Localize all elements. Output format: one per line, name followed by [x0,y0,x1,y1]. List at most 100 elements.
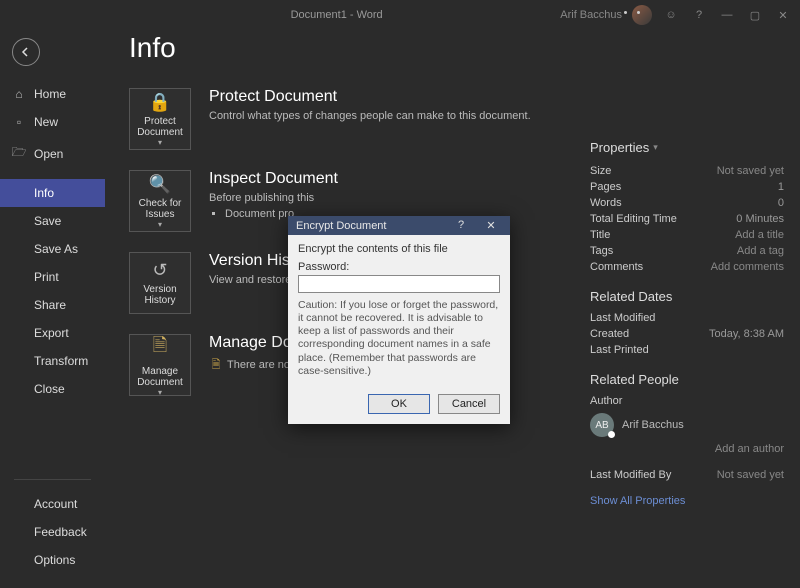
back-button[interactable] [12,38,40,66]
chevron-down-icon: ▾ [653,142,658,153]
prop-lastby-value: Not saved yet [717,469,784,481]
sidebar-item-label: Options [34,553,75,567]
tile-label: Manage Document [133,366,187,388]
prop-created-value: Today, 8:38 AM [709,328,784,340]
prop-lastprint-label: Last Printed [590,344,649,356]
sidebar-item-label: Feedback [34,525,87,539]
dialog-help-icon[interactable]: ? [448,219,474,232]
author-avatar-icon: AB [590,413,614,437]
chevron-down-icon: ▾ [158,388,162,397]
dialog-title: Encrypt Document [296,220,386,232]
sidebar-item-new[interactable]: ▫ New [0,108,105,136]
tile-label: Check for Issues [133,198,187,220]
document-icon: 🗎 [153,333,167,363]
user-avatar-icon[interactable] [632,5,652,25]
prop-size-value: Not saved yet [717,165,784,177]
prop-lastmod-label: Last Modified [590,312,655,324]
prop-size-label: Size [590,165,611,177]
protect-document-tile[interactable]: 🔒 Protect Document ▾ [129,88,191,150]
document-title: Document1 - Word [113,9,560,21]
author-entry[interactable]: AB Arif Bacchus [590,413,784,437]
help-icon[interactable]: ? [690,6,708,24]
sidebar-item-home[interactable]: ⌂ Home [0,80,105,108]
protect-section: 🔒 Protect Document ▾ Protect Document Co… [129,88,566,150]
sidebar-item-close[interactable]: Close [0,375,105,403]
sidebar-item-label: Open [34,147,63,161]
title-bar: Document1 - Word Arif Bacchus ☺ ? — ▢ ✕ [0,0,800,30]
inspect-heading: Inspect Document [209,170,338,188]
cancel-button[interactable]: Cancel [438,394,500,414]
properties-heading[interactable]: Properties ▾ [590,140,784,155]
prop-time-value: 0 Minutes [736,213,784,225]
prop-tags-value[interactable]: Add a tag [737,245,784,257]
document-small-icon: 🗎 [209,356,223,375]
prop-title-label: Title [590,229,610,241]
password-input[interactable] [298,275,500,293]
sidebar-item-label: Transform [34,354,88,368]
manage-document-tile[interactable]: 🗎 Manage Document ▾ [129,334,191,396]
chevron-down-icon: ▾ [158,138,162,147]
sidebar-item-label: Close [34,382,65,396]
show-all-properties-link[interactable]: Show All Properties [590,495,685,507]
sidebar-item-label: Save As [34,242,78,256]
prop-words-value: 0 [778,197,784,209]
tile-label: Version History [133,284,187,306]
new-icon: ▫ [12,115,26,129]
dialog-instruction: Encrypt the contents of this file [298,243,500,255]
sidebar-item-account[interactable]: Account [0,490,105,518]
sidebar-item-feedback[interactable]: Feedback [0,518,105,546]
emoji-icon[interactable]: ☺ [662,6,680,24]
inspect-desc: Before publishing this [209,192,338,204]
prop-author-label: Author [590,395,622,407]
sidebar-item-label: Account [34,497,77,511]
page-title: Info [129,32,566,64]
prop-comments-label: Comments [590,261,643,273]
sidebar-item-saveas[interactable]: Save As [0,235,105,263]
version-history-tile[interactable]: ↺ Version History [129,252,191,314]
sidebar-item-label: Save [34,214,61,228]
open-icon: 🗁 [12,143,26,164]
sidebar-item-info[interactable]: Info [0,179,105,207]
sidebar-item-transform[interactable]: Transform [0,347,105,375]
protect-desc: Control what types of changes people can… [209,110,531,122]
prop-pages-label: Pages [590,181,621,193]
sidebar-item-label: Share [34,298,66,312]
protect-heading: Protect Document [209,88,531,106]
back-arrow-icon [20,46,32,58]
inspect-icon: 🔍 [149,174,171,195]
prop-created-label: Created [590,328,629,340]
prop-title-value[interactable]: Add a title [735,229,784,241]
encrypt-document-dialog: Encrypt Document ? ✕ Encrypt the content… [288,216,510,424]
titlebar-user-name: Arif Bacchus [560,9,622,21]
sidebar-item-options[interactable]: Options [0,546,105,574]
related-dates-heading: Related Dates [590,289,784,304]
check-issues-tile[interactable]: 🔍 Check for Issues ▾ [129,170,191,232]
author-name: Arif Bacchus [622,419,684,431]
sidebar-item-print[interactable]: Print [0,263,105,291]
close-window-icon[interactable]: ✕ [774,6,792,24]
maximize-icon[interactable]: ▢ [746,6,764,24]
sidebar-item-open[interactable]: 🗁 Open [0,136,105,171]
sidebar-item-export[interactable]: Export [0,319,105,347]
prop-pages-value: 1 [778,181,784,193]
dialog-close-icon[interactable]: ✕ [478,219,504,232]
minimize-icon[interactable]: — [718,6,736,24]
dialog-caution-text: Caution: If you lose or forget the passw… [298,299,500,378]
prop-comments-value[interactable]: Add comments [711,261,784,273]
prop-lastby-label: Last Modified By [590,469,671,481]
related-people-heading: Related People [590,372,784,387]
properties-panel: Properties ▾ Size Not saved yet Pages 1 Wo… [590,30,800,588]
ok-button[interactable]: OK [368,394,430,414]
prop-words-label: Words [590,197,622,209]
sidebar-item-label: Print [34,270,59,284]
dialog-titlebar[interactable]: Encrypt Document ? ✕ [288,216,510,235]
history-icon: ↺ [152,260,167,281]
add-author-link[interactable]: Add an author [715,443,784,455]
password-label: Password: [298,261,500,273]
sidebar-item-label: Info [34,186,54,200]
tile-label: Protect Document [133,116,187,138]
lock-icon: 🔒 [149,92,171,113]
prop-tags-label: Tags [590,245,613,257]
sidebar-item-share[interactable]: Share [0,291,105,319]
sidebar-item-save[interactable]: Save [0,207,105,235]
